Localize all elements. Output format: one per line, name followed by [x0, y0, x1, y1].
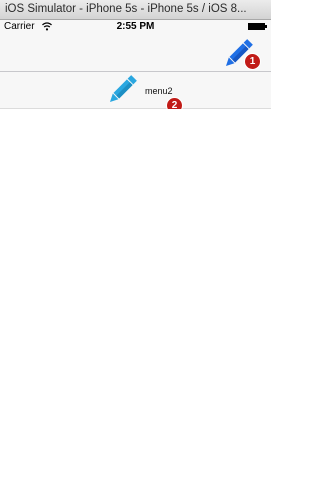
battery-icon — [248, 23, 267, 30]
status-bar: Carrier 2:55 PM — [0, 20, 271, 34]
content-area — [0, 109, 271, 500]
status-time: 2:55 PM — [116, 21, 155, 32]
menu-label: menu2 — [145, 86, 173, 96]
pencil-icon — [109, 75, 137, 103]
window-titlebar: iOS Simulator - iPhone 5s - iPhone 5s / … — [0, 0, 271, 20]
badge-1: 1 — [245, 54, 260, 69]
navigation-bar — [0, 34, 271, 72]
window-title: iOS Simulator - iPhone 5s - iPhone 5s / … — [5, 3, 247, 15]
